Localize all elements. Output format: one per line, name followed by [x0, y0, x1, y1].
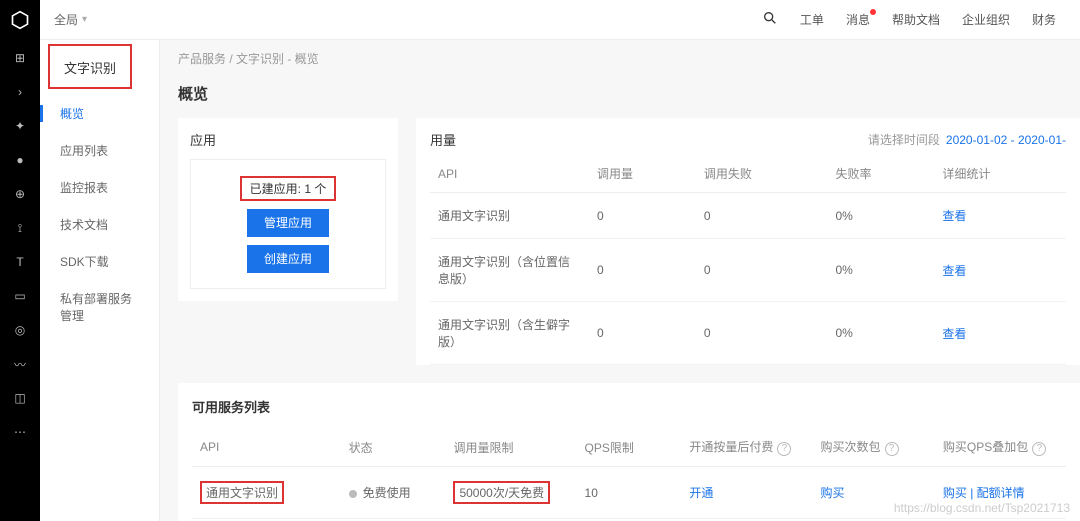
sidebar-item-monitor[interactable]: 监控报表: [40, 169, 159, 206]
cell-api: 通用文字识别（含位置信息版）: [430, 239, 589, 302]
th-detail: 详细统计: [934, 155, 1066, 193]
cell-api: 通用文字识别: [430, 193, 589, 239]
global-dropdown[interactable]: 全局 ▾: [40, 11, 101, 28]
th-s-api: API: [192, 428, 341, 467]
th-s-buy: 购买次数包?: [813, 428, 935, 467]
table-row: 通用文字识别（含生僻字版） 0 0 0% 查看: [430, 302, 1066, 365]
image-icon[interactable]: ▭: [10, 286, 30, 306]
th-calls: 调用量: [589, 155, 696, 193]
nav-org[interactable]: 企业组织: [962, 11, 1010, 28]
cell-calls: 0: [589, 302, 696, 365]
cube-icon[interactable]: ◫: [10, 388, 30, 408]
th-fail: 调用失败: [696, 155, 828, 193]
sidebar-item-docs[interactable]: 技术文档: [40, 206, 159, 243]
app-count: 已建应用: 1 个: [240, 176, 337, 201]
chevron-down-icon: ▾: [82, 14, 87, 25]
usage-table: API 调用量 调用失败 失败率 详细统计 通用文字识别 0 0 0% 查看通用…: [430, 155, 1066, 365]
th-s-status: 状态: [341, 428, 446, 467]
sidebar-item-sdk[interactable]: SDK下载: [40, 243, 159, 280]
nav-finance[interactable]: 财务: [1032, 11, 1056, 28]
nav-order[interactable]: 工单: [800, 11, 824, 28]
table-row: 通用文字识别（含位置信息版） 0 0 0% 查看: [430, 239, 1066, 302]
th-rate: 失败率: [827, 155, 934, 193]
th-s-qpspkg: 购买QPS叠加包?: [935, 428, 1066, 467]
app-section-title: 应用: [190, 130, 386, 149]
nav-message[interactable]: 消息: [846, 11, 870, 28]
arrow-icon[interactable]: ›: [10, 82, 30, 102]
sidebar-item-private[interactable]: 私有部署服务管理: [40, 280, 159, 334]
buy-qps-link[interactable]: 购买 | 配额详情: [943, 486, 1025, 500]
cell-api: 通用文字识别（含生僻字版）: [430, 302, 589, 365]
sidebar: 文字识别 概览 应用列表 监控报表 技术文档 SDK下载 私有部署服务管理: [40, 40, 160, 521]
nav-help[interactable]: 帮助文档: [892, 11, 940, 28]
services-title: 可用服务列表: [192, 397, 1066, 416]
cell-rate: 0%: [827, 302, 934, 365]
date-range[interactable]: 2020-01-02 - 2020-01-: [946, 133, 1066, 147]
breadcrumb: 产品服务 / 文字识别 - 概览: [178, 50, 1080, 67]
wave-icon[interactable]: 〰: [10, 354, 30, 374]
page-title: 概览: [178, 83, 1080, 104]
cell-rate: 0%: [827, 193, 934, 239]
cell-qps: 10: [577, 467, 682, 519]
cell-fail: 0: [696, 302, 828, 365]
sidebar-title: 文字识别: [48, 44, 132, 89]
help-icon: ?: [1032, 442, 1046, 456]
cell-limit: 50000次/天免费: [445, 467, 576, 519]
grid-icon[interactable]: ⊞: [10, 48, 30, 68]
table-row: 通用文字识别 0 0 0% 查看: [430, 193, 1066, 239]
help-icon: ?: [885, 442, 899, 456]
view-link[interactable]: 查看: [942, 209, 966, 223]
scan-icon[interactable]: ⟟: [10, 218, 30, 238]
text-icon[interactable]: T: [10, 252, 30, 272]
logo: [0, 0, 40, 40]
sidebar-item-overview[interactable]: 概览: [40, 95, 159, 132]
cell-calls: 0: [589, 193, 696, 239]
target-icon[interactable]: ◎: [10, 320, 30, 340]
create-app-button[interactable]: 创建应用: [247, 245, 329, 273]
manage-app-button[interactable]: 管理应用: [247, 209, 329, 237]
date-hint: 请选择时间段: [868, 131, 940, 148]
search-icon[interactable]: [762, 10, 778, 29]
notification-dot-icon: [870, 9, 876, 15]
th-api: API: [430, 155, 589, 193]
status-dot-icon: [349, 490, 357, 498]
buy-link[interactable]: 购买: [821, 486, 845, 500]
globe-icon[interactable]: ⊕: [10, 184, 30, 204]
th-s-limit: 调用量限制: [445, 428, 576, 467]
sidebar-item-apps[interactable]: 应用列表: [40, 132, 159, 169]
services-table: API 状态 调用量限制 QPS限制 开通按量后付费? 购买次数包? 购买QPS…: [192, 428, 1066, 521]
view-link[interactable]: 查看: [942, 264, 966, 278]
th-s-post: 开通按量后付费?: [681, 428, 812, 467]
icon-rail: ⊞ › ✦ ● ⊕ ⟟ T ▭ ◎ 〰 ◫ ⋯: [0, 40, 40, 521]
cell-fail: 0: [696, 239, 828, 302]
help-icon: ?: [777, 442, 791, 456]
table-row: 通用文字识别 免费使用 50000次/天免费 10 开通 购买 购买 | 配额详…: [192, 467, 1066, 519]
view-link[interactable]: 查看: [942, 327, 966, 341]
cell-calls: 0: [589, 239, 696, 302]
nodes-icon[interactable]: ✦: [10, 116, 30, 136]
th-s-qps: QPS限制: [577, 428, 682, 467]
cell-fail: 0: [696, 193, 828, 239]
usage-section-title: 用量: [430, 130, 456, 149]
cell-api: 通用文字识别: [192, 467, 341, 519]
cell-rate: 0%: [827, 239, 934, 302]
open-link[interactable]: 开通: [689, 486, 713, 500]
global-label: 全局: [54, 11, 78, 28]
mic-icon[interactable]: ●: [10, 150, 30, 170]
cell-status: 免费使用: [341, 467, 446, 519]
more-icon[interactable]: ⋯: [10, 422, 30, 442]
